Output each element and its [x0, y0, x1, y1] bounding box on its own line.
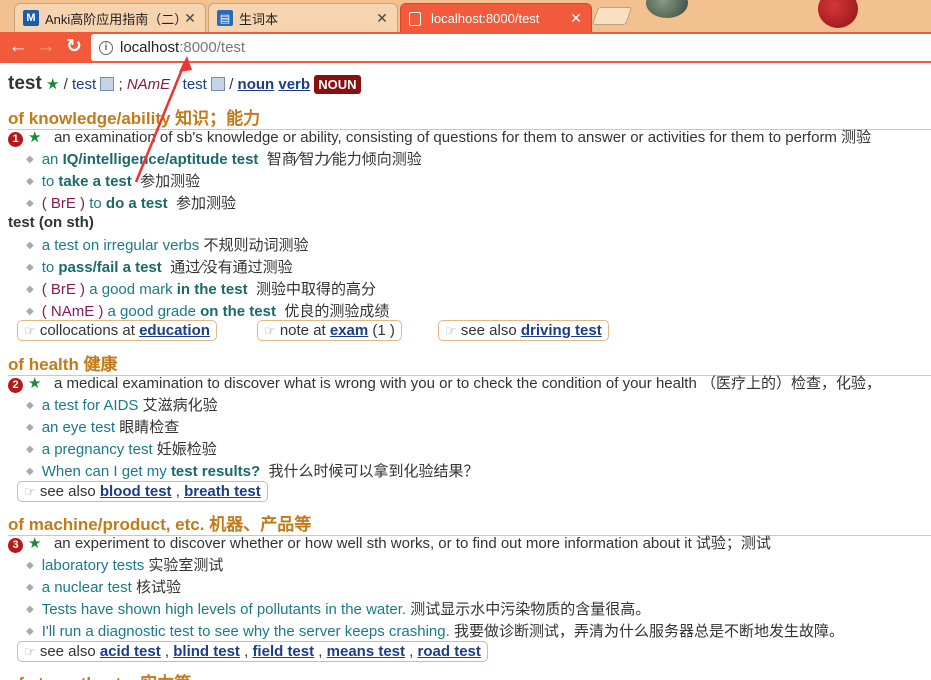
xref-link[interactable]: blood test — [100, 483, 172, 500]
diamond-bullet-icon: ◆ — [26, 400, 34, 411]
sense-heading: of strength, etc. 实力等 — [8, 669, 931, 680]
theme-decoration — [646, 0, 688, 18]
vocabulary-book-icon: ▤ — [217, 10, 233, 26]
speaker-icon[interactable] — [100, 77, 115, 91]
sense-number: 3 — [8, 538, 23, 553]
example: ◆ a test on irregular verbs 不规则动词测验 — [26, 237, 309, 254]
ipa-am: test — [182, 76, 207, 93]
sense-number: 2 — [8, 378, 23, 393]
medium-logo-icon: M — [23, 10, 39, 26]
xref-link[interactable]: driving test — [521, 322, 602, 339]
example: ◆ an IQ/intelligence/aptitude test 智商∕智力∕… — [26, 151, 422, 168]
pointing-hand-icon: ☞ — [445, 323, 457, 338]
example: ◆ an eye test 眼睛检查 — [26, 419, 180, 436]
idiom-heading: test (on sth) — [8, 214, 94, 231]
reload-icon[interactable]: ↻ — [62, 36, 86, 60]
headword: test — [8, 73, 42, 94]
xref-link[interactable]: field test — [252, 643, 314, 660]
xref-see-also: ☞ see also acid test , blind test , fiel… — [17, 641, 488, 662]
theme-decoration — [818, 0, 858, 28]
diamond-bullet-icon: ◆ — [26, 176, 34, 187]
example: ◆ to take a test 参加测验 — [26, 173, 201, 190]
speaker-icon[interactable] — [211, 77, 226, 91]
diamond-bullet-icon: ◆ — [26, 262, 34, 273]
star-icon: ★ — [28, 129, 42, 146]
example: ◆ to pass/fail a test 通过∕没有通过测验 — [26, 259, 293, 276]
pointing-hand-icon: ☞ — [24, 484, 36, 499]
pos-badge: NOUN — [314, 75, 361, 94]
tab-title: localhost:8000/test — [431, 11, 540, 26]
example: ◆( BrE ) a good mark in the test 测验中取得的高… — [26, 281, 376, 298]
sense-definition: 3 ★ an experiment to discover whether or … — [8, 532, 771, 553]
diamond-bullet-icon: ◆ — [26, 604, 34, 615]
example: ◆( BrE ) to do a test 参加测验 — [26, 195, 236, 212]
xref-see-also: ☞ see also blood test , breath test — [17, 481, 268, 502]
example: ◆ laboratory tests 实验室测试 — [26, 557, 224, 574]
example: ◆( NAmE ) a good grade on the test 优良的测验… — [26, 303, 390, 320]
xref-link[interactable]: blind test — [173, 643, 240, 660]
pointing-hand-icon: ☞ — [264, 323, 276, 338]
example: ◆ I'll run a diagnostic test to see why t… — [26, 623, 844, 640]
pointing-hand-icon: ☞ — [24, 323, 36, 338]
back-arrow-icon[interactable]: ← — [6, 36, 30, 60]
xref-link[interactable]: road test — [418, 643, 481, 660]
tab-strip: M Anki高阶应用指南（二） ✕ ▤ 生词本 ✕ localhost:8000… — [0, 0, 931, 33]
xref-note: ☞ note at exam (1 ) — [257, 320, 402, 341]
diamond-bullet-icon: ◆ — [26, 306, 34, 317]
diamond-bullet-icon: ◆ — [26, 154, 34, 165]
entry-header: test ★ / test ; NAmE / test / noun verb … — [8, 73, 361, 95]
tab-anki-guide[interactable]: M Anki高阶应用指南（二） ✕ — [14, 3, 206, 32]
close-icon[interactable]: ✕ — [183, 10, 197, 27]
example: ◆ a test for AIDS 艾滋病化验 — [26, 397, 218, 414]
sense-definition: 2 ★ a medical examination to discover wha… — [8, 372, 881, 393]
diamond-bullet-icon: ◆ — [26, 284, 34, 295]
xref-link[interactable]: breath test — [184, 483, 261, 500]
url-path: :8000/test — [179, 39, 246, 56]
new-tab-button[interactable] — [591, 7, 633, 25]
diamond-bullet-icon: ◆ — [26, 422, 34, 433]
diamond-bullet-icon: ◆ — [26, 444, 34, 455]
tab-title: Anki高阶应用指南（二） — [45, 11, 179, 27]
xref-collocations: ☞ collocations at education — [17, 320, 217, 341]
sense-definition: 1 ★ an examination of sb's knowledge or a… — [8, 126, 871, 147]
page-icon — [409, 11, 421, 26]
close-icon[interactable]: ✕ — [375, 10, 389, 27]
close-icon[interactable]: ✕ — [569, 10, 583, 27]
ipa-region-label: NAmE — [126, 76, 171, 93]
dictionary-page: test ★ / test ; NAmE / test / noun verb … — [0, 63, 931, 680]
example: ◆ a pregnancy test 妊娠检验 — [26, 441, 217, 458]
example: ◆ Tests have shown high levels of polluta… — [26, 601, 651, 618]
xref-link[interactable]: education — [139, 322, 210, 339]
xref-see-also: ☞ see also driving test — [438, 320, 609, 341]
browser-toolbar: ← → ↻ i localhost:8000/test — [0, 32, 931, 63]
diamond-bullet-icon: ◆ — [26, 626, 34, 637]
diamond-bullet-icon: ◆ — [26, 582, 34, 593]
diamond-bullet-icon: ◆ — [26, 198, 34, 209]
tab-title: 生词本 — [239, 11, 279, 27]
info-icon[interactable]: i — [99, 40, 113, 55]
xref-link[interactable]: acid test — [100, 643, 161, 660]
star-icon: ★ — [28, 535, 42, 552]
star-icon: ★ — [45, 76, 60, 93]
address-bar[interactable]: i localhost:8000/test — [91, 34, 931, 61]
diamond-bullet-icon: ◆ — [26, 240, 34, 251]
example: ◆ a nuclear test 核试验 — [26, 579, 181, 596]
pointing-hand-icon: ☞ — [24, 644, 36, 659]
xref-link[interactable]: exam — [330, 322, 368, 339]
example: ◆ When can I get my test results? 我什么时候可以… — [26, 463, 479, 480]
tab-vocabulary[interactable]: ▤ 生词本 ✕ — [208, 3, 398, 32]
diamond-bullet-icon: ◆ — [26, 466, 34, 477]
url-host: localhost — [120, 39, 180, 56]
tab-localhost-test[interactable]: localhost:8000/test ✕ — [400, 3, 592, 33]
pos-link-noun[interactable]: noun — [238, 76, 275, 93]
forward-arrow-icon[interactable]: → — [34, 36, 58, 60]
ipa-br: test — [71, 76, 97, 93]
xref-link[interactable]: means test — [327, 643, 405, 660]
pos-link-verb[interactable]: verb — [278, 76, 310, 93]
sense-number: 1 — [8, 132, 23, 147]
star-icon: ★ — [28, 375, 42, 392]
diamond-bullet-icon: ◆ — [26, 560, 34, 571]
